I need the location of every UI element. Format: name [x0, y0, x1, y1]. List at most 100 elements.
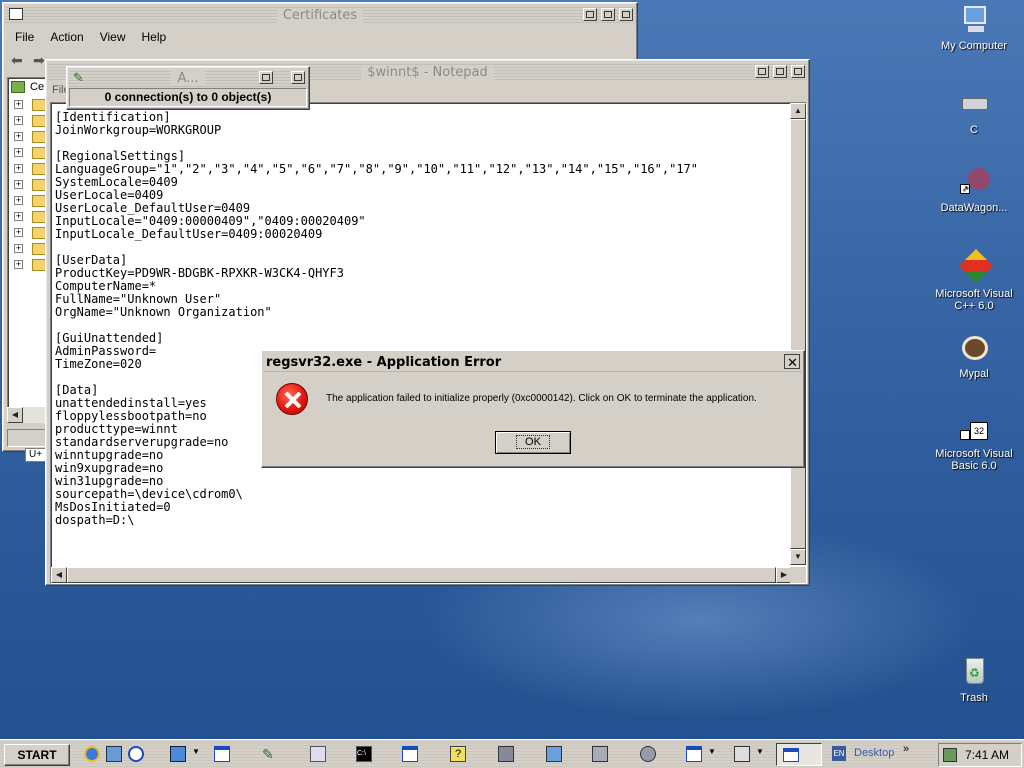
certificates-titlebar[interactable]: Certificates [5, 5, 635, 25]
expand-icon[interactable]: + [14, 164, 23, 173]
desktop-icon-c-drive[interactable]: C [926, 88, 1022, 136]
connection-status-text: 0 connection(s) to 0 object(s) [104, 90, 272, 104]
certificates-title: Certificates [276, 8, 364, 23]
tray-app-icon[interactable] [943, 748, 957, 762]
notepad-editor[interactable]: [Identification] JoinWorkgroup=WORKGROUP… [50, 102, 807, 584]
window-icon[interactable] [686, 746, 702, 762]
tree-root-label[interactable]: Ce [30, 81, 44, 93]
close-button[interactable] [291, 71, 305, 84]
expand-icon[interactable]: + [14, 260, 23, 269]
window-icon[interactable] [214, 746, 230, 762]
scroll-left-button[interactable]: ◀ [51, 567, 67, 583]
tree-root-icon [11, 81, 25, 93]
pen-icon[interactable]: ✎ [262, 746, 278, 762]
expand-icon[interactable]: + [14, 148, 23, 157]
menu-action[interactable]: Action [42, 27, 91, 47]
icon-label: My Computer [940, 40, 1008, 52]
error-dialog-titlebar[interactable]: regsvr32.exe - Application Error ✕ [264, 353, 802, 372]
expand-icon[interactable]: + [14, 228, 23, 237]
minimize-button[interactable] [259, 71, 273, 84]
chevron-down-icon[interactable]: ▼ [192, 747, 200, 756]
trash-icon: ♻ [958, 656, 990, 688]
visual-cpp-icon [958, 249, 993, 284]
expand-icon[interactable]: + [14, 244, 23, 253]
close-icon[interactable]: ✕ [784, 354, 800, 370]
mypal-icon [958, 332, 990, 364]
scroll-thumb[interactable] [67, 567, 776, 583]
ok-button[interactable]: OK [495, 431, 571, 454]
menu-view[interactable]: View [92, 27, 134, 47]
scroll-thumb[interactable] [790, 119, 806, 549]
chevron-down-icon[interactable]: ▼ [708, 747, 716, 756]
drive-icon [958, 88, 990, 120]
media-player-icon[interactable] [128, 746, 144, 762]
printer-icon[interactable] [592, 746, 608, 762]
icon-label: Trash [960, 692, 988, 704]
shortcut-icon: ↗ [958, 166, 990, 198]
menu-help[interactable]: Help [134, 27, 175, 47]
globe-icon[interactable] [640, 746, 656, 762]
error-message: The application failed to initialize pro… [326, 393, 757, 404]
active-window-button[interactable] [776, 743, 822, 766]
maximize-button[interactable] [773, 65, 787, 78]
size-grip[interactable] [790, 567, 806, 583]
maximize-button[interactable] [601, 8, 615, 21]
desktop-icon-visual-basic[interactable]: 32 Microsoft Visual Basic 6.0 [926, 412, 1022, 472]
desktop-toolbar-label[interactable]: Desktop [854, 747, 894, 759]
toolbar-chevron[interactable]: » [903, 743, 909, 755]
icon-label: DataWagon... [940, 202, 1008, 214]
language-icon[interactable]: EN [832, 746, 846, 761]
close-button[interactable] [791, 65, 805, 78]
icon-label: Microsoft Visual Basic 6.0 [935, 448, 1013, 472]
expand-icon[interactable]: + [14, 212, 23, 221]
system-tray: 7:41 AM [938, 743, 1022, 767]
expand-icon[interactable]: + [14, 180, 23, 189]
desktop-icon-visual-cpp[interactable]: Microsoft Visual C++ 6.0 [926, 249, 1022, 312]
connection-titlebar[interactable]: ✎ A... [69, 69, 307, 87]
window-icon[interactable] [402, 746, 418, 762]
outlook-icon[interactable] [106, 746, 122, 762]
start-button[interactable]: START [4, 744, 70, 766]
back-arrow-icon[interactable]: ⬅ [11, 52, 23, 69]
notepad-window[interactable]: $winnt$ - Notepad File [Identification] … [45, 59, 810, 586]
minimize-button[interactable] [583, 8, 597, 21]
scroll-left-button[interactable]: ◀ [7, 407, 23, 423]
expand-icon[interactable]: + [14, 116, 23, 125]
desktop-icon-trash[interactable]: ♻ Trash [926, 656, 1022, 704]
help-icon[interactable]: ? [450, 746, 466, 762]
page-icon[interactable] [546, 746, 562, 762]
console-icon[interactable]: C:\ [356, 746, 372, 762]
ie-icon[interactable] [84, 746, 100, 762]
notepad-title: $winnt$ - Notepad [361, 65, 494, 80]
minimize-button[interactable] [755, 65, 769, 78]
computer-icon [958, 4, 990, 36]
calculator-icon[interactable] [310, 746, 326, 762]
start-label: START [17, 748, 57, 762]
horizontal-scrollbar[interactable]: ◀ ▶ [51, 567, 792, 583]
desktop-icon-my-computer[interactable]: My Computer [926, 4, 1022, 52]
connection-title: A... [171, 71, 205, 86]
desktop-icon-datawagon[interactable]: ↗ DataWagon... [926, 166, 1022, 214]
connection-window[interactable]: ✎ A... 0 connection(s) to 0 object(s) [66, 66, 310, 110]
error-dialog-title: regsvr32.exe - Application Error [266, 355, 502, 370]
expand-icon[interactable]: + [14, 196, 23, 205]
connection-status: 0 connection(s) to 0 object(s) [69, 88, 307, 107]
clock[interactable]: 7:41 AM [965, 748, 1009, 762]
vertical-scrollbar[interactable]: ▲ ▼ [790, 103, 806, 565]
chevron-down-icon[interactable]: ▼ [756, 747, 764, 756]
close-button[interactable] [619, 8, 633, 21]
window-icon [783, 748, 799, 762]
expand-icon[interactable]: + [14, 132, 23, 141]
icon-label: Mypal [959, 368, 989, 380]
tools-icon[interactable] [734, 746, 750, 762]
desktop-icon-mypal[interactable]: Mypal [926, 332, 1022, 380]
menu-file[interactable]: File [7, 27, 42, 47]
forward-arrow-icon[interactable]: ➡ [33, 52, 45, 69]
error-dialog[interactable]: regsvr32.exe - Application Error ✕ The a… [261, 350, 805, 468]
scroll-down-button[interactable]: ▼ [790, 549, 806, 565]
certificates-menubar: File Action View Help [7, 27, 174, 47]
network-icon[interactable] [498, 746, 514, 762]
expand-icon[interactable]: + [14, 100, 23, 109]
scroll-up-button[interactable]: ▲ [790, 103, 806, 119]
book-icon[interactable] [170, 746, 186, 762]
